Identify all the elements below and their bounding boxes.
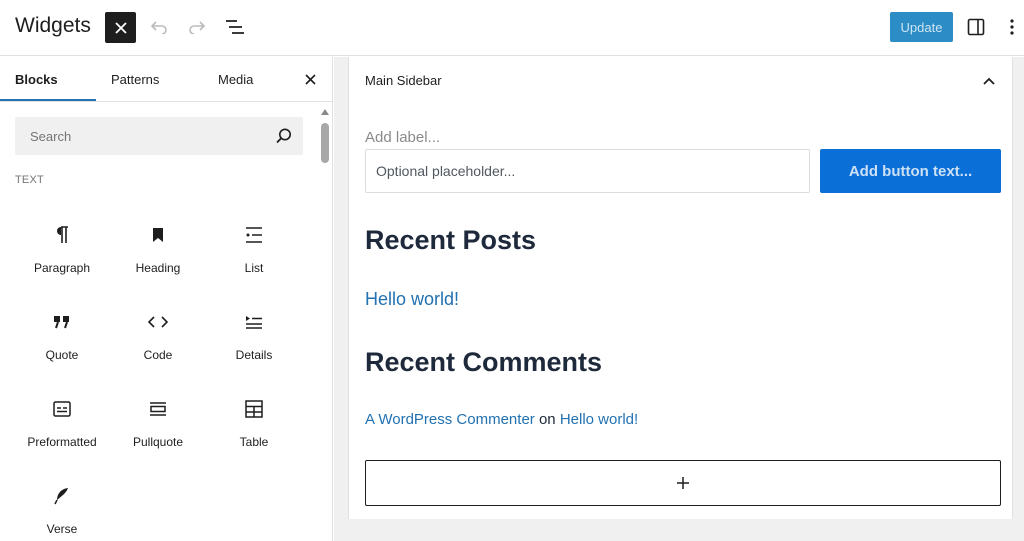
active-tab-indicator [0, 99, 96, 101]
block-label: Paragraph [33, 261, 91, 275]
widget-area-collapse-button[interactable] [977, 69, 1001, 93]
block-paragraph[interactable]: Paragraph [14, 225, 110, 305]
page-title: Widgets [15, 14, 91, 37]
heading-icon [148, 225, 168, 245]
block-label: List [244, 261, 264, 275]
undo-button[interactable] [146, 14, 172, 40]
widget-area-title: Main Sidebar [365, 73, 442, 88]
block-label: Details [235, 348, 273, 362]
list-view-icon [226, 20, 244, 34]
block-label: Verse [46, 522, 78, 536]
plus-icon [677, 477, 689, 489]
scrollbar-thumb[interactable] [321, 123, 329, 163]
top-toolbar: Widgets Update [0, 0, 1024, 56]
preformatted-icon [52, 399, 72, 419]
options-menu-button[interactable] [1001, 14, 1023, 40]
block-label: Heading [135, 261, 181, 275]
sidebar-icon [967, 18, 985, 36]
table-icon [244, 399, 264, 419]
add-block-button[interactable] [365, 460, 1001, 506]
search-icon [276, 128, 291, 144]
search-placeholder: Search [30, 129, 72, 144]
comment-post-link[interactable]: Hello world! [560, 411, 638, 428]
block-code[interactable]: Code [110, 312, 206, 392]
block-pullquote[interactable]: Pullquote [110, 399, 206, 479]
list-icon [244, 225, 264, 245]
redo-icon [189, 21, 206, 34]
recent-comment-item: A WordPress Commenter on Hello world! [365, 411, 638, 428]
section-title-text: TEXT [15, 174, 44, 186]
block-table[interactable]: Table [206, 399, 302, 479]
close-inserter-button[interactable] [105, 12, 136, 43]
block-search-input[interactable]: Search [15, 117, 303, 155]
inserter-scrollbar[interactable] [320, 107, 330, 541]
verse-icon [52, 486, 72, 506]
search-label-placeholder[interactable]: Add label... [365, 129, 440, 146]
block-list[interactable]: List [206, 225, 302, 305]
pullquote-icon [148, 399, 168, 419]
inserter-tabs: Blocks Patterns Media [0, 57, 332, 102]
tab-patterns[interactable]: Patterns [111, 57, 159, 102]
details-icon [244, 312, 264, 332]
block-verse[interactable]: Verse [14, 486, 110, 541]
tab-media[interactable]: Media [218, 57, 253, 102]
block-label: Quote [45, 348, 79, 362]
more-vertical-icon [1010, 19, 1014, 35]
list-view-button[interactable] [222, 14, 248, 40]
block-heading[interactable]: Heading [110, 225, 206, 305]
code-icon [148, 312, 168, 332]
close-inserter-tab-button[interactable] [298, 67, 322, 91]
block-quote[interactable]: Quote [14, 312, 110, 392]
comment-connector: on [538, 411, 556, 428]
block-label: Code [143, 348, 173, 362]
widgets-canvas: Main Sidebar Add label... Add button tex… [334, 57, 1024, 541]
search-widget-button[interactable]: Add button text... [820, 149, 1001, 193]
block-label: Pullquote [132, 435, 184, 449]
chevron-up-icon [983, 77, 995, 85]
block-label: Table [239, 435, 269, 449]
search-widget-input[interactable] [365, 149, 810, 193]
recent-post-link[interactable]: Hello world! [365, 289, 459, 310]
comment-author-link[interactable]: A WordPress Commenter [365, 411, 535, 428]
block-details[interactable]: Details [206, 312, 302, 392]
recent-comments-heading: Recent Comments [365, 347, 603, 377]
widget-area-main-sidebar: Main Sidebar Add label... Add button tex… [348, 57, 1013, 519]
undo-icon [150, 21, 167, 34]
close-icon [114, 21, 127, 34]
block-inserter-panel: Blocks Patterns Media Search TEXT Paragr… [0, 57, 333, 541]
search-widget-input-field[interactable] [366, 150, 809, 192]
block-label: Preformatted [27, 435, 97, 449]
scroll-up-arrow-icon[interactable] [321, 109, 329, 115]
close-icon [304, 73, 316, 85]
paragraph-icon [52, 225, 72, 245]
recent-posts-heading: Recent Posts [365, 225, 537, 255]
quote-icon [52, 312, 72, 332]
block-preformatted[interactable]: Preformatted [14, 399, 110, 479]
update-button[interactable]: Update [890, 12, 953, 42]
redo-button[interactable] [184, 14, 210, 40]
settings-sidebar-toggle[interactable] [963, 14, 989, 40]
tab-blocks[interactable]: Blocks [15, 57, 58, 102]
